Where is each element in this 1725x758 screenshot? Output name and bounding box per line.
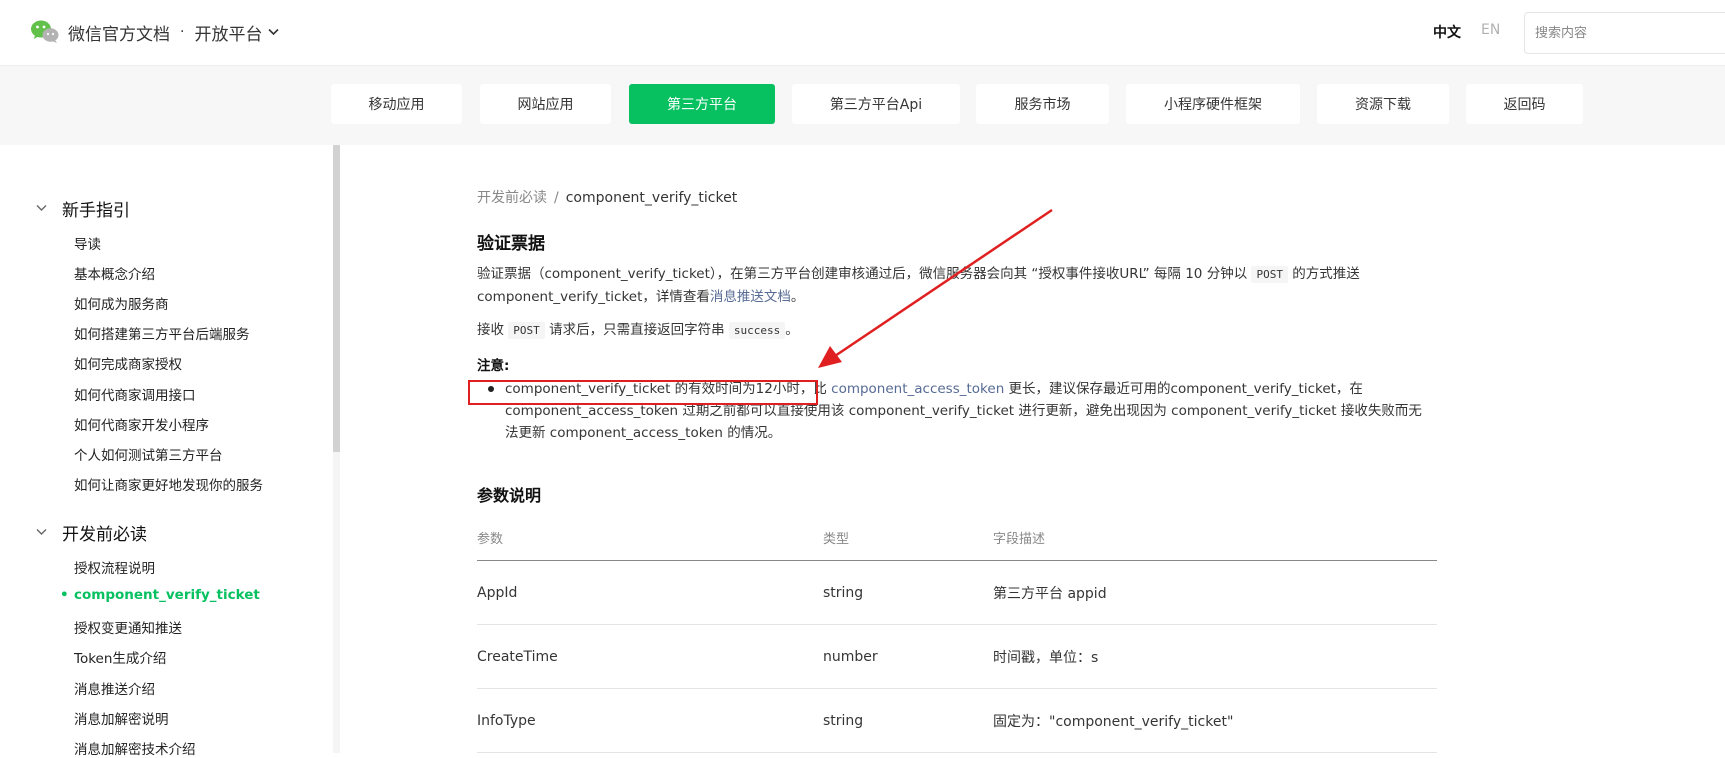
- th-desc: 字段描述: [993, 532, 1046, 547]
- note-list-item: component_verify_ticket 的有效时间为12小时，比 com…: [488, 378, 1430, 444]
- table-row: AppId string 第三方平台 appid: [477, 561, 1437, 625]
- cell-param: AppId: [477, 584, 518, 601]
- sidebar-item-merchant-auth[interactable]: 如何完成商家授权: [74, 353, 182, 373]
- nav-return-codes[interactable]: 返回码: [1466, 84, 1583, 124]
- description-paragraph: 验证票据（component_verify_ticket），在第三方平台创建审核…: [477, 263, 1437, 309]
- breadcrumb-parent[interactable]: 开发前必读: [477, 190, 547, 206]
- nav-resource-download[interactable]: 资源下载: [1317, 84, 1449, 124]
- wechat-logo-icon: [30, 18, 60, 46]
- platform-label: 开放平台: [194, 24, 263, 45]
- params-section-title: 参数说明: [477, 486, 542, 505]
- sidebar-group-label: 开发前必读: [62, 525, 147, 545]
- note-text: component_verify_ticket 的有效时间为12小时，比: [505, 381, 832, 397]
- code-post: POST: [1251, 266, 1288, 283]
- sidebar-item-intro[interactable]: 导读: [74, 233, 101, 253]
- sidebar-item-component-verify-ticket[interactable]: • component_verify_ticket: [60, 587, 260, 603]
- nav-miniprogram-hardware[interactable]: 小程序硬件框架: [1126, 84, 1300, 124]
- sidebar-item-call-api[interactable]: 如何代商家调用接口: [74, 384, 196, 404]
- component-access-token-link[interactable]: component_access_token: [831, 381, 1004, 397]
- sidebar-group-beginner[interactable]: 新手指引: [36, 196, 130, 221]
- nav-mobile-app[interactable]: 移动应用: [331, 84, 462, 124]
- sidebar-group-prerequisites[interactable]: 开发前必读: [36, 520, 147, 545]
- lang-zh-link[interactable]: 中文: [1433, 22, 1461, 42]
- cell-desc: 时间戳，单位：s: [993, 649, 1099, 666]
- list-bullet: [488, 386, 494, 392]
- category-nav: 移动应用 网站应用 第三方平台 第三方平台Api 服务市场 小程序硬件框架 资源…: [0, 66, 1725, 145]
- sidebar-item-discover-service[interactable]: 如何让商家更好地发现你的服务: [74, 474, 263, 494]
- breadcrumb-separator: /: [554, 190, 559, 206]
- code-success: success: [728, 322, 786, 339]
- desc-text: 接收: [477, 322, 509, 338]
- code-post: POST: [508, 322, 545, 339]
- sidebar-item-encryption-tech[interactable]: 消息加解密技术介绍: [74, 738, 196, 758]
- top-header: 微信官方文档 · 开放平台 中文 EN: [0, 0, 1725, 66]
- sidebar-scrollbar-thumb[interactable]: [333, 145, 340, 452]
- table-header: 参数 类型 字段描述: [477, 528, 1437, 561]
- response-paragraph: 接收 POST 请求后，只需直接返回字符串 success。: [477, 319, 1437, 342]
- nav-third-party-platform[interactable]: 第三方平台: [629, 84, 775, 124]
- sidebar-item-concepts[interactable]: 基本概念介绍: [74, 263, 155, 283]
- sidebar-item-message-push[interactable]: 消息推送介绍: [74, 678, 155, 698]
- chevron-down-icon: [36, 202, 48, 215]
- sidebar-item-personal-test[interactable]: 个人如何测试第三方平台: [74, 444, 223, 464]
- brand-separator: ·: [180, 24, 185, 40]
- table-row: CreateTime number 时间戳，单位：s: [477, 625, 1437, 689]
- th-param: 参数: [477, 532, 504, 547]
- desc-text: 。: [790, 289, 805, 305]
- message-push-doc-link[interactable]: 消息推送文档: [710, 289, 791, 305]
- search-input[interactable]: [1525, 13, 1725, 53]
- cell-param: CreateTime: [477, 648, 558, 665]
- table-row: InfoType string 固定为："component_verify_ti…: [477, 689, 1437, 753]
- desc-text: 请求后，只需直接返回字符串: [544, 322, 729, 338]
- cell-param: InfoType: [477, 712, 536, 729]
- cell-type: string: [823, 584, 864, 601]
- cell-desc: 第三方平台 appid: [993, 585, 1107, 602]
- sidebar-item-encryption[interactable]: 消息加解密说明: [74, 708, 169, 728]
- active-bullet: •: [60, 587, 69, 603]
- nav-website-app[interactable]: 网站应用: [480, 84, 611, 124]
- desc-text: 验证票据（component_verify_ticket），在第三方平台创建审核…: [477, 266, 1252, 282]
- nav-third-party-api[interactable]: 第三方平台Api: [792, 84, 960, 124]
- sidebar-item-auth-change-notify[interactable]: 授权变更通知推送: [74, 617, 182, 637]
- desc-text: 。: [785, 322, 799, 338]
- sidebar-item-develop-miniprogram[interactable]: 如何代商家开发小程序: [74, 414, 209, 434]
- chevron-down-icon: [268, 25, 280, 39]
- cell-type: string: [823, 712, 864, 729]
- sidebar-group-label: 新手指引: [62, 201, 130, 221]
- sidebar-item-token-intro[interactable]: Token生成介绍: [74, 647, 166, 667]
- page-title: 验证票据: [477, 234, 545, 254]
- sidebar-item-become-provider[interactable]: 如何成为服务商: [74, 293, 169, 313]
- cell-type: number: [823, 648, 878, 665]
- breadcrumb-current: component_verify_ticket: [565, 190, 738, 206]
- params-table: 参数 类型 字段描述 AppId string 第三方平台 appid Crea…: [477, 528, 1437, 753]
- breadcrumb: 开发前必读 / component_verify_ticket: [477, 187, 737, 207]
- note-title: 注意:: [477, 358, 510, 374]
- th-type: 类型: [823, 532, 850, 547]
- sidebar-item-auth-flow[interactable]: 授权流程说明: [74, 557, 155, 577]
- sidebar-item-label: component_verify_ticket: [74, 587, 260, 603]
- lang-en-link[interactable]: EN: [1481, 22, 1500, 38]
- search-box[interactable]: [1524, 12, 1725, 54]
- logo-area[interactable]: 微信官方文档 · 开放平台: [30, 18, 280, 46]
- chevron-down-icon: [36, 526, 48, 539]
- brand-name[interactable]: 微信官方文档: [68, 20, 170, 45]
- platform-dropdown[interactable]: 开放平台: [194, 20, 280, 45]
- nav-service-market[interactable]: 服务市场: [976, 84, 1109, 124]
- cell-desc: 固定为："component_verify_ticket": [993, 713, 1234, 730]
- sidebar-item-backend-setup[interactable]: 如何搭建第三方平台后端服务: [74, 323, 250, 343]
